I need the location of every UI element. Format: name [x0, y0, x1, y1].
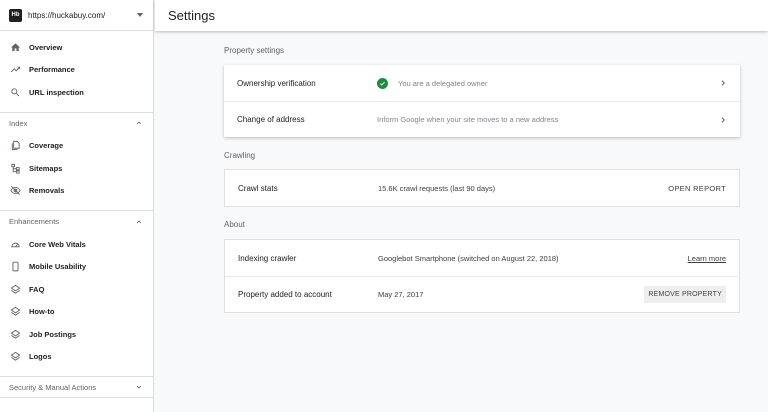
sidebar: Hb https://huckabuy.com/ Overview Perfor…	[0, 0, 154, 412]
row-title: Change of address	[237, 115, 305, 124]
sidebar-item-label: Logos	[29, 352, 52, 362]
page-title: Settings	[168, 8, 215, 23]
chevron-up-icon	[135, 119, 143, 127]
file-copy-icon	[9, 140, 21, 152]
dropdown-caret-icon	[137, 13, 143, 17]
group-label-about: About	[224, 220, 245, 229]
row-value: 15.6K crawl requests (last 90 days)	[378, 183, 496, 193]
property-url: https://huckabuy.com/	[28, 10, 106, 20]
remove-property-button[interactable]: REMOVE PROPERTY	[644, 286, 726, 303]
section-label: Enhancements	[9, 217, 60, 226]
sidebar-item-performance[interactable]: Performance	[0, 59, 153, 82]
chevron-down-icon	[135, 383, 143, 391]
row-title: Ownership verification	[237, 78, 316, 88]
phone-icon	[9, 261, 21, 273]
crawl-stats-row: Crawl stats 15.6K crawl requests (last 9…	[225, 170, 739, 206]
search-icon	[9, 86, 21, 98]
sidebar-item-faq[interactable]: FAQ	[0, 278, 153, 301]
indexing-crawler-row: Indexing crawler Googlebot Smartphone (s…	[225, 240, 739, 276]
sidebar-item-label: Job Postings	[29, 329, 77, 339]
sidebar-item-mobile-usability[interactable]: Mobile Usability	[0, 256, 153, 279]
sidebar-item-label: Removals	[29, 186, 65, 196]
open-report-button[interactable]: OPEN REPORT	[668, 184, 726, 193]
row-value: Googlebot Smartphone (switched on August…	[378, 253, 559, 263]
home-icon	[9, 41, 21, 53]
property-selector[interactable]: Hb https://huckabuy.com/	[0, 0, 153, 31]
layers-icon	[9, 351, 21, 363]
sidebar-item-label: Performance	[29, 65, 75, 75]
learn-more-link[interactable]: Learn more	[688, 254, 726, 263]
check-circle-icon	[377, 77, 388, 89]
sidebar-item-label: Coverage	[29, 141, 64, 151]
group-label-property-settings: Property settings	[224, 46, 285, 55]
sidebar-item-how-to[interactable]: How-to	[0, 301, 153, 324]
row-title: Property added to account	[238, 290, 332, 299]
row-title: Indexing crawler	[238, 253, 297, 263]
sidebar-item-url-inspection[interactable]: URL inspection	[0, 81, 153, 104]
sidebar-item-label: Mobile Usability	[29, 262, 87, 272]
sidebar-item-job-postings[interactable]: Job Postings	[0, 323, 153, 346]
property-added-row: Property added to account May 27, 2017 R…	[225, 276, 739, 312]
sidebar-item-coverage[interactable]: Coverage	[0, 135, 153, 158]
crawling-card: Crawl stats 15.6K crawl requests (last 9…	[224, 169, 740, 207]
sidebar-item-core-web-vitals[interactable]: Core Web Vitals	[0, 233, 153, 256]
chevron-right-icon	[719, 79, 727, 87]
sitemap-icon	[9, 162, 21, 174]
section-label: Security & Manual Actions	[9, 382, 97, 392]
sidebar-item-removals[interactable]: Removals	[0, 180, 153, 203]
section-enhancements-header[interactable]: Enhancements	[0, 210, 153, 232]
layers-icon	[9, 306, 21, 318]
section-label: Index	[9, 118, 28, 128]
change-of-address-row[interactable]: Change of address Inform Google when you…	[224, 101, 740, 137]
chevron-up-icon	[135, 218, 143, 226]
sidebar-item-sitemaps[interactable]: Sitemaps	[0, 157, 153, 180]
row-value: May 27, 2017	[378, 290, 424, 299]
chevron-right-icon	[719, 116, 727, 124]
sidebar-item-label: Core Web Vitals	[29, 239, 86, 249]
ownership-verification-row[interactable]: Ownership verification You are a delegat…	[224, 65, 740, 101]
layers-icon	[9, 328, 21, 340]
sidebar-item-logos[interactable]: Logos	[0, 346, 153, 369]
layers-icon	[9, 283, 21, 295]
sidebar-item-label: URL inspection	[29, 87, 84, 97]
eye-off-icon	[9, 185, 21, 197]
sidebar-item-label: Sitemaps	[29, 163, 63, 173]
trending-up-icon	[9, 64, 21, 76]
row-value: You are a delegated owner	[377, 77, 719, 89]
section-index-header[interactable]: Index	[0, 111, 153, 134]
row-value: Inform Google when your site moves to a …	[377, 115, 559, 124]
sidebar-item-overview[interactable]: Overview	[0, 36, 153, 59]
group-label-crawling: Crawling	[224, 151, 256, 160]
property-logo: Hb	[9, 8, 22, 22]
property-settings-card: Ownership verification You are a delegat…	[224, 65, 740, 137]
sidebar-item-label: FAQ	[29, 284, 45, 294]
sidebar-item-label: Overview	[29, 42, 63, 52]
top-bar: Settings	[155, 0, 768, 31]
sidebar-item-label: How-to	[29, 307, 55, 317]
row-title: Crawl stats	[238, 183, 278, 193]
about-card: Indexing crawler Googlebot Smartphone (s…	[224, 239, 740, 313]
ownership-status: You are a delegated owner	[398, 78, 488, 88]
section-security-header[interactable]: Security & Manual Actions	[0, 376, 153, 398]
speedometer-icon	[9, 238, 21, 250]
